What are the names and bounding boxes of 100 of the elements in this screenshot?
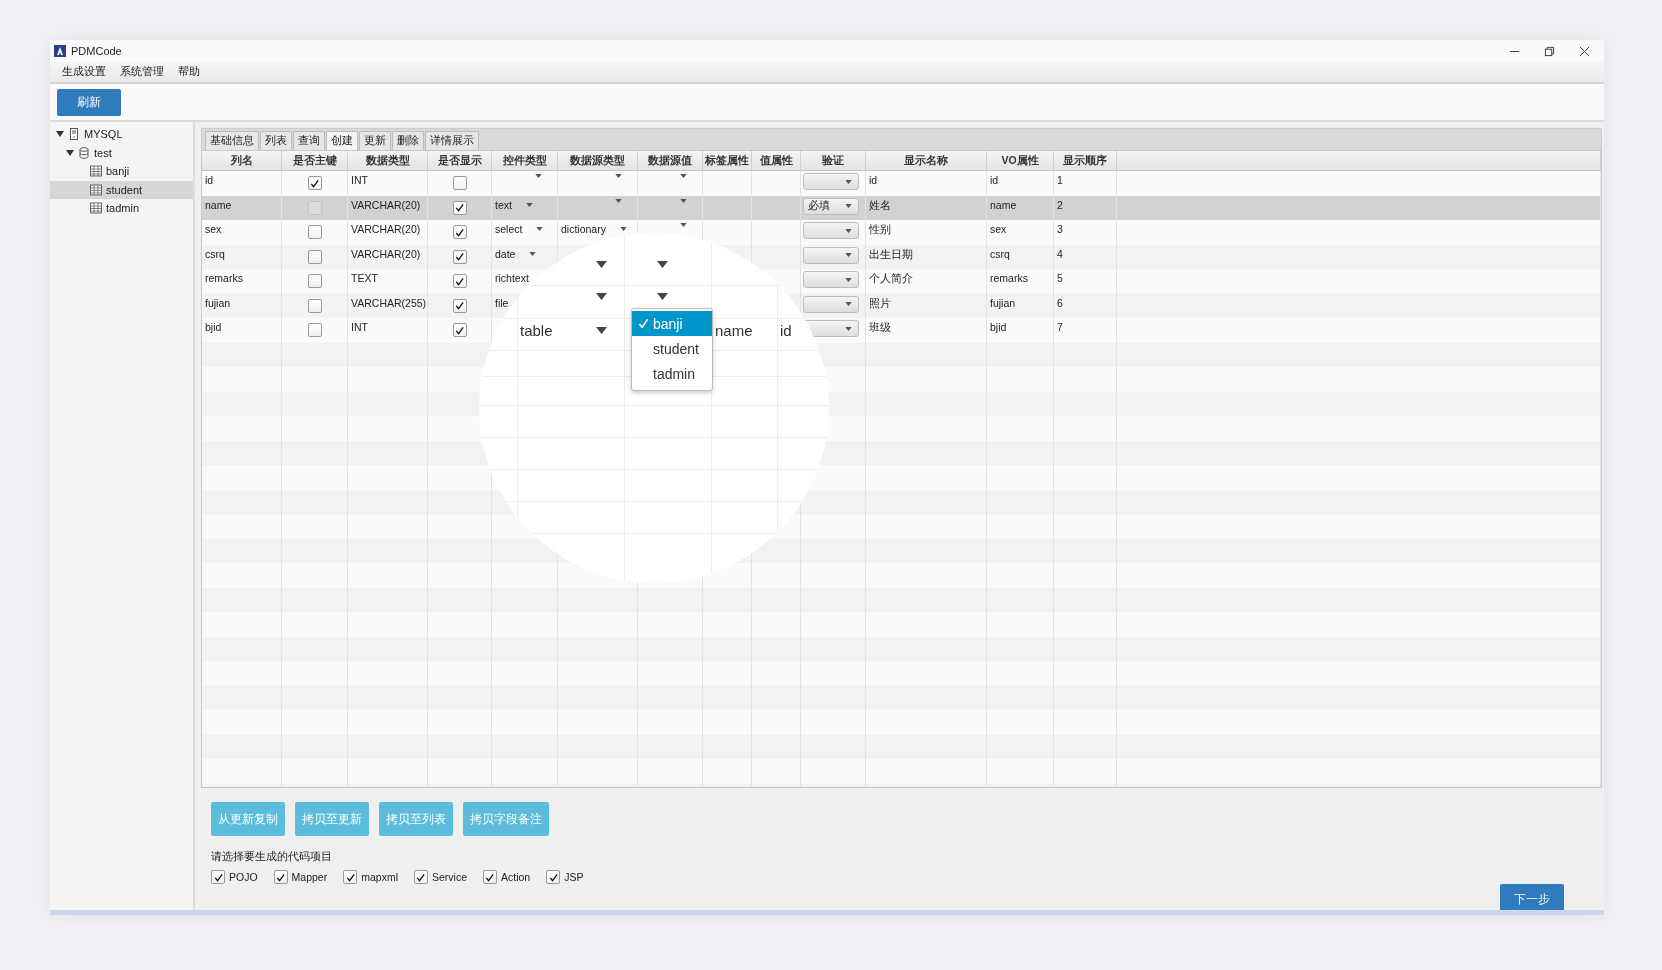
checkbox-label[interactable]: Mapper bbox=[291, 871, 328, 883]
expander-icon[interactable] bbox=[66, 148, 74, 157]
caret-icon bbox=[615, 174, 622, 178]
checkbox[interactable] bbox=[307, 274, 322, 289]
tree-item[interactable]: test bbox=[50, 143, 193, 162]
expander-icon[interactable] bbox=[56, 130, 64, 139]
checkbox-label[interactable]: JSP bbox=[564, 871, 584, 883]
tab[interactable]: 基础信息 bbox=[205, 131, 259, 150]
refresh-button[interactable]: 刷新 bbox=[57, 88, 121, 116]
window-title: PDMCode bbox=[71, 45, 122, 57]
checkbox[interactable] bbox=[211, 870, 225, 884]
checkbox[interactable] bbox=[307, 225, 322, 240]
tab[interactable]: 创建 bbox=[326, 131, 358, 150]
menu-item[interactable]: 帮助 bbox=[178, 65, 200, 79]
combo-field[interactable] bbox=[680, 198, 687, 203]
table-cell: 个人简介 bbox=[869, 272, 913, 286]
table-cell: 5 bbox=[1057, 272, 1063, 284]
database-icon bbox=[78, 146, 90, 159]
table-row[interactable]: name VARCHAR(20) text 必填 姓名 name 2 bbox=[202, 195, 1601, 220]
close-icon[interactable] bbox=[1579, 45, 1590, 57]
value-attribute-value: id bbox=[780, 321, 792, 341]
table-icon bbox=[90, 165, 102, 178]
tab[interactable]: 详情展示 bbox=[425, 131, 479, 150]
table-row[interactable]: id INT id id 1 bbox=[202, 171, 1601, 196]
checkbox[interactable] bbox=[307, 249, 322, 264]
table-row[interactable]: sex VARCHAR(20) select dictionary 性别 sex 3 bbox=[202, 220, 1601, 245]
checkbox[interactable] bbox=[452, 249, 467, 264]
checkbox[interactable] bbox=[546, 870, 561, 884]
checkbox-label[interactable]: POJO bbox=[229, 871, 258, 883]
tree-item[interactable]: banji bbox=[50, 162, 193, 181]
checkbox[interactable] bbox=[483, 870, 497, 884]
combo-field[interactable] bbox=[615, 198, 622, 203]
tree-item[interactable]: tadmin bbox=[50, 199, 193, 218]
table-cell: 6 bbox=[1057, 296, 1063, 309]
dropdown-arrow-icon bbox=[596, 327, 607, 334]
caret-icon bbox=[845, 277, 852, 282]
table-cell: 姓名 bbox=[869, 198, 891, 213]
table-cell: sex bbox=[205, 223, 222, 235]
table-cell: 照片 bbox=[869, 296, 891, 311]
table-cell: id bbox=[990, 174, 999, 186]
caret-icon bbox=[680, 198, 687, 203]
checkbox[interactable] bbox=[307, 176, 322, 191]
table-cell: fujian bbox=[990, 296, 1016, 309]
generate-label: 请选择要生成的代码项目 bbox=[211, 850, 333, 864]
table-cell: fujian bbox=[205, 296, 231, 309]
checkbox[interactable] bbox=[452, 176, 467, 191]
tab[interactable]: 列表 bbox=[260, 131, 292, 150]
combo-field[interactable] bbox=[680, 174, 687, 178]
caret-icon bbox=[845, 253, 852, 257]
table-cell: name bbox=[205, 198, 232, 211]
combo-field[interactable]: date bbox=[495, 247, 537, 260]
checkbox-label[interactable]: Service bbox=[431, 871, 467, 883]
table-cell: INT bbox=[351, 174, 368, 186]
caret-icon bbox=[536, 227, 544, 231]
table-icon bbox=[90, 183, 102, 196]
table-cell: id bbox=[869, 174, 878, 186]
caret-icon bbox=[680, 174, 687, 178]
table-cell: 2 bbox=[1057, 198, 1063, 211]
tree-item[interactable]: student bbox=[50, 180, 193, 199]
table-cell: 3 bbox=[1057, 223, 1063, 235]
combo-field[interactable] bbox=[535, 174, 542, 178]
table-cell: 班级 bbox=[869, 321, 891, 335]
caret-icon bbox=[680, 223, 687, 227]
validation-dropdown[interactable]: 必填 bbox=[803, 197, 859, 215]
caret-icon bbox=[845, 228, 852, 233]
table-cell: VARCHAR(20) bbox=[351, 247, 421, 260]
checkbox[interactable] bbox=[413, 870, 428, 884]
combo-field[interactable] bbox=[680, 223, 687, 227]
table-cell: csrq bbox=[205, 247, 225, 260]
combo-field[interactable]: select bbox=[495, 223, 544, 235]
combo-field[interactable] bbox=[615, 174, 622, 178]
table-icon bbox=[90, 202, 102, 215]
table-cell: VARCHAR(20) bbox=[351, 198, 421, 211]
table-cell: 7 bbox=[1057, 321, 1063, 333]
table-cell: 4 bbox=[1057, 247, 1063, 260]
checkbox[interactable] bbox=[452, 225, 467, 240]
checkbox-label[interactable]: mapxml bbox=[361, 871, 398, 883]
checkbox-label[interactable]: Action bbox=[501, 871, 531, 883]
caret-icon bbox=[535, 174, 542, 178]
checkbox[interactable] bbox=[452, 200, 467, 215]
checkbox[interactable] bbox=[343, 870, 358, 884]
checkbox[interactable] bbox=[452, 274, 467, 289]
combo-field[interactable]: dictionary bbox=[561, 223, 627, 235]
tab[interactable]: 更新 bbox=[359, 131, 391, 150]
table-cell: sex bbox=[990, 223, 1007, 235]
restore-icon[interactable] bbox=[1544, 45, 1555, 57]
tab[interactable]: 删除 bbox=[392, 131, 424, 150]
checkbox[interactable] bbox=[452, 298, 467, 313]
menu-item[interactable]: 生成设置 bbox=[62, 65, 106, 79]
checkbox[interactable] bbox=[452, 323, 467, 338]
tab[interactable]: 查询 bbox=[293, 131, 325, 150]
tree-item[interactable]: MYSQL bbox=[50, 125, 193, 144]
checkbox[interactable] bbox=[307, 323, 322, 338]
menu-item[interactable]: 系统管理 bbox=[120, 65, 164, 79]
combo-field[interactable]: text bbox=[495, 198, 533, 211]
checkbox[interactable] bbox=[307, 298, 322, 313]
table-cell: INT bbox=[351, 321, 368, 333]
dropdown-option[interactable]: tadmin bbox=[632, 361, 712, 386]
checkbox[interactable] bbox=[273, 870, 288, 884]
table-cell: VARCHAR(20) bbox=[351, 223, 421, 235]
